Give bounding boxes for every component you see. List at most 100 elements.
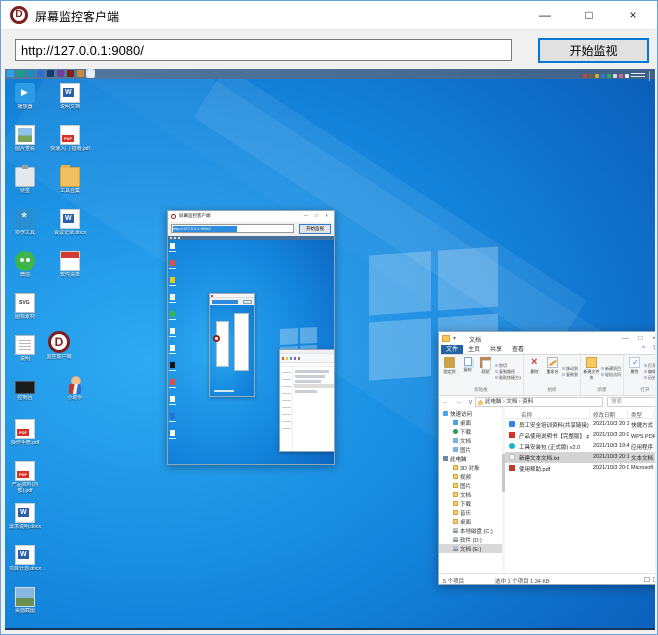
nav-item[interactable]: 图片 <box>439 445 502 454</box>
nav-item[interactable]: 此电脑 <box>439 454 502 463</box>
ribbon-button-pin[interactable]: 固定到 <box>441 356 458 387</box>
tray-red-icon[interactable] <box>583 74 587 78</box>
desktop-icon-folder[interactable]: 工具合集 <box>47 165 93 209</box>
nav-item[interactable]: 文档 <box>439 490 502 499</box>
nav-item[interactable]: 视频 <box>439 472 502 481</box>
tray-gray-icon[interactable] <box>613 74 617 78</box>
thumbnails-view-button[interactable] <box>653 577 655 582</box>
desktop-icon-assistant[interactable]: 小助手 <box>57 376 93 401</box>
taskbar-icon-app-purple[interactable] <box>57 70 64 77</box>
explorer-titlebar[interactable]: ▾ 文档 — □ × <box>439 332 655 345</box>
nav-item[interactable]: 音乐 <box>439 508 502 517</box>
desktop-icon-pdf[interactable]: 产品资料(内部).pdf <box>5 461 45 503</box>
ribbon-button-properties[interactable]: 属性 <box>626 356 643 387</box>
tab-1[interactable]: 主页 <box>463 345 485 354</box>
ribbon-expand-help-icons[interactable]: ^ ? <box>642 346 655 352</box>
ribbon-button-paste[interactable]: 粘贴 <box>477 356 494 387</box>
desktop-icon-photo[interactable]: 图片查看 <box>5 125 45 167</box>
nav-item[interactable]: 快速访问 <box>439 409 502 418</box>
tab-3[interactable]: 查看 <box>507 345 529 354</box>
tray-pink-icon[interactable] <box>619 74 623 78</box>
taskbar-icon-app-navy[interactable] <box>47 70 54 77</box>
file-row[interactable]: 新建文本文档.txt 2021/10/3 20:15文本文档1 KB <box>505 452 655 463</box>
maximize-button[interactable]: □ <box>567 1 611 29</box>
ribbon-small-button[interactable]: 编辑 <box>644 369 655 374</box>
taskbar-icon-start[interactable] <box>7 70 14 77</box>
ribbon-small-button[interactable]: 移动到 <box>562 366 578 371</box>
remote-desktop-view[interactable]: 播放器图片查看便签协作工具微信图标素材说明控制台操作手册.pdf产品资料(内部)… <box>5 69 655 630</box>
taskbar-icon-app-tan[interactable] <box>77 70 84 77</box>
nav-item[interactable]: 桌面 <box>439 418 502 427</box>
nav-item[interactable]: 下载 <box>439 427 502 436</box>
show-desktop-button[interactable] <box>649 71 651 81</box>
taskbar-icon-app-green[interactable] <box>17 70 24 77</box>
remote-taskbar[interactable] <box>5 69 655 81</box>
desktop-icon-photo2[interactable]: 桌面截图 <box>5 587 45 629</box>
close-button[interactable]: × <box>611 1 655 29</box>
column-header-2[interactable]: 类型 <box>631 411 642 419</box>
nav-item[interactable]: 软件 (D:) <box>439 535 502 544</box>
start-monitor-button[interactable]: 开始监视 <box>538 38 649 63</box>
desktop-icon-reddoc[interactable]: 软件清单 <box>47 251 93 293</box>
tray-brown-icon[interactable] <box>589 74 593 78</box>
desktop-icon-black[interactable]: 控制台 <box>5 377 45 419</box>
column-header-1[interactable]: 修改日期 <box>593 411 615 419</box>
desktop-icon-word[interactable]: 会议记录.docx <box>47 209 93 251</box>
taskbar-icon-client-active[interactable] <box>86 69 95 78</box>
nav-item[interactable]: 本地磁盘 (C:) <box>439 526 502 535</box>
desktop-icon-bottle[interactable]: 便签 <box>5 165 45 209</box>
quick-access-toolbar[interactable]: ▾ <box>453 335 456 342</box>
ribbon-small-button[interactable]: 轻松访问 <box>601 372 621 377</box>
minimize-button[interactable]: — <box>523 1 567 29</box>
url-input[interactable] <box>15 39 512 61</box>
tab-2[interactable]: 共享 <box>485 345 507 354</box>
ribbon-button-newfolder[interactable]: 新建文件夹 <box>583 356 600 387</box>
tray-white-icon[interactable] <box>625 74 629 78</box>
taskbar-icon-app-teal[interactable] <box>27 70 34 77</box>
desktop-icon-client-logo[interactable]: D 监控客户端 <box>39 331 79 360</box>
nav-item[interactable]: 桌面 <box>439 517 502 526</box>
nested-client-window[interactable]: 屏幕监控客户端 — □ × http://127.0.0.1:9080/ 开始监… <box>167 210 335 465</box>
ribbon-small-button[interactable]: 粘贴快捷方式 <box>495 375 521 380</box>
file-row[interactable]: 产品使用说明书【完整版】.pdf 2021/10/3 20:09WPS PDF 文… <box>505 430 655 441</box>
search-input[interactable]: 搜索 <box>607 397 655 407</box>
desktop-icon-pdf[interactable]: 操作手册.pdf <box>5 419 45 461</box>
tray-blue-icon[interactable] <box>601 74 605 78</box>
explorer-window[interactable]: ▾ 文档 — □ × 文件主页共享查看 ^ ? 固定到 复制粘贴剪切复制路径粘贴快… <box>438 331 655 585</box>
titlebar[interactable]: D 屏幕监控客户端 — □ × <box>1 1 657 29</box>
tray-gold-icon[interactable] <box>595 74 599 78</box>
nav-item[interactable]: 3D 对象 <box>439 463 502 472</box>
nav-item[interactable]: 下载 <box>439 499 502 508</box>
ribbon-small-button[interactable]: 新建项目 <box>601 366 621 371</box>
ribbon-button-rename[interactable]: 重命名 <box>544 356 561 387</box>
nav-item[interactable]: 文档 <box>439 436 502 445</box>
desktop-icon-word[interactable]: 说明文档 <box>47 83 93 125</box>
desktop-icon-wechat[interactable]: 微信 <box>5 251 45 293</box>
column-header-0[interactable]: 名称 <box>521 411 532 419</box>
desktop-icon-star[interactable]: 协作工具 <box>5 209 45 251</box>
nav-item[interactable]: 图片 <box>439 481 502 490</box>
ribbon-button-copy[interactable]: 复制 <box>459 356 476 387</box>
desktop-icon-word[interactable]: 需求说明.docx <box>5 503 45 545</box>
ribbon-small-button[interactable]: 剪切 <box>495 363 521 368</box>
nav-item[interactable]: 文档 (E:) <box>439 544 502 553</box>
file-row[interactable]: 员工安全培训资料(共享链接) 2021/10/3 20:11快捷方式2 KB <box>505 419 655 430</box>
ribbon-small-button[interactable]: 复制到 <box>562 372 578 377</box>
desktop-icon-media[interactable]: 播放器 <box>5 83 45 125</box>
tab-file[interactable]: 文件 <box>441 345 464 354</box>
taskbar-icon-app-blue[interactable] <box>37 70 44 77</box>
tray-green-icon[interactable] <box>607 74 611 78</box>
details-view-button[interactable] <box>644 577 650 582</box>
taskbar-icon-app-maroon[interactable] <box>67 70 74 77</box>
ribbon-small-button[interactable]: 打开 <box>644 363 655 368</box>
ribbon-small-button[interactable]: 复制路径 <box>495 369 521 374</box>
desktop-icon-pdf[interactable]: 快速入门 指南.pdf <box>47 125 93 167</box>
file-row[interactable]: 使用帮助.pdf 2021/10/3 20:02Microsoft Edge128… <box>505 463 655 474</box>
explorer-window-controls[interactable]: — □ × <box>622 335 655 342</box>
ribbon-button-delete[interactable]: 删除 <box>526 356 543 387</box>
breadcrumb[interactable]: 此电脑 › 文档 › 资料 <box>475 397 603 407</box>
ribbon-small-button[interactable]: 历史记录 <box>644 375 655 380</box>
file-row[interactable]: 工具安装包 (正式版) v2.0 2021/10/3 19:46应用程序1,892… <box>505 441 655 452</box>
desktop-icon-word[interactable]: 项目计划.docx <box>5 545 45 587</box>
desktop-icon-svg[interactable]: 图标素材 <box>5 293 45 335</box>
